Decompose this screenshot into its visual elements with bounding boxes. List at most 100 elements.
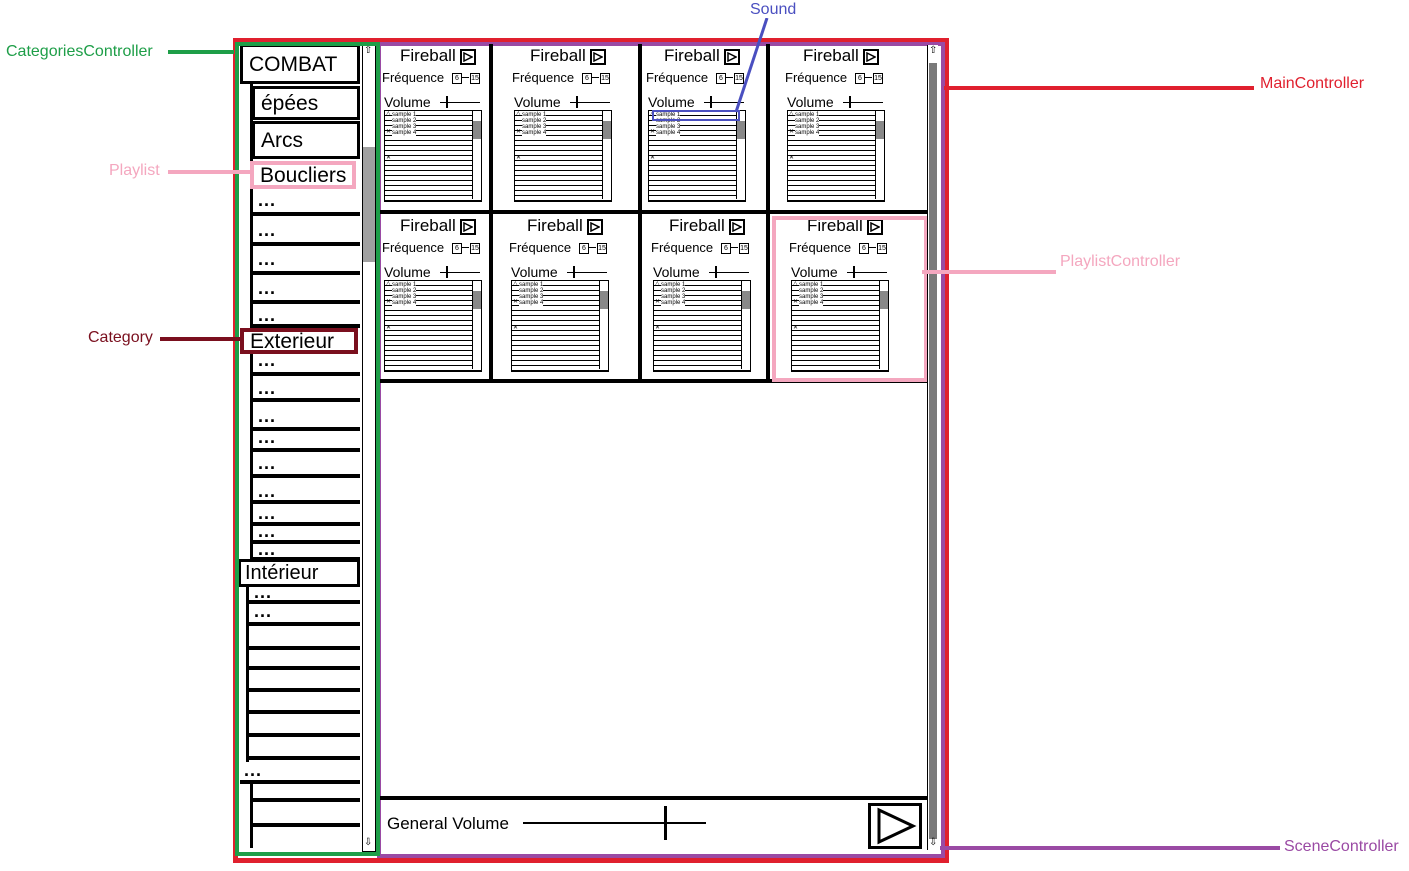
playlist-controller-highlight <box>772 216 928 382</box>
annotation-scene-controller: SceneController <box>1284 838 1399 855</box>
sound-list[interactable]: △ sample 1 sample 2 sample 3 ✕ sample 4 ✕ <box>511 280 609 372</box>
frequence-min-field[interactable]: 6 <box>855 73 865 84</box>
sound-list-scroll-thumb[interactable] <box>600 291 608 309</box>
sound-item[interactable]: sample 4 <box>661 300 686 306</box>
sound-arrow-icon[interactable]: △ <box>516 111 521 117</box>
playlist-play-button[interactable] <box>460 219 476 235</box>
volume-knob[interactable] <box>710 96 712 108</box>
play-icon <box>463 222 473 232</box>
frequence-max-field[interactable]: 15 <box>597 243 607 254</box>
general-volume-slider[interactable] <box>523 822 706 824</box>
playlist-panel: Fireball Fréquence 6 15 Volume △ sample 1 sampl… <box>509 214 609 372</box>
grid-divider <box>489 44 493 382</box>
volume-knob[interactable] <box>849 96 851 108</box>
frequence-max-field[interactable]: 15 <box>873 73 883 84</box>
playlist-play-button[interactable] <box>460 49 476 65</box>
frequence-min-field[interactable]: 6 <box>716 73 726 84</box>
frequence-max-field[interactable]: 15 <box>600 73 610 84</box>
remove-icon[interactable]: ✕ <box>513 325 518 331</box>
remove-icon[interactable]: ✕ <box>650 155 655 161</box>
frequence-min-field[interactable]: 6 <box>452 73 462 84</box>
play-icon <box>463 52 473 62</box>
scroll-down-icon[interactable]: ⇩ <box>929 838 937 848</box>
main-scroll-thumb[interactable] <box>929 63 937 839</box>
frequence-min-field[interactable]: 6 <box>579 243 589 254</box>
sound-remove-icon[interactable]: ✕ <box>789 129 794 135</box>
playlist-play-button[interactable] <box>587 219 603 235</box>
sound-list[interactable]: △ sample 1 sample 2 sample 3 ✕ sample 4 ✕ <box>514 110 612 202</box>
scroll-up-icon[interactable]: ⇧ <box>929 46 937 56</box>
frequence-min-field[interactable]: 6 <box>452 243 462 254</box>
frequence-max-field[interactable]: 15 <box>470 73 480 84</box>
playlist-play-button[interactable] <box>729 219 745 235</box>
sound-list[interactable]: △ sample 1 sample 2 sample 3 ✕ sample 4 ✕ <box>653 280 751 372</box>
sound-remove-icon[interactable]: ✕ <box>386 129 391 135</box>
sound-arrow-icon[interactable]: △ <box>386 111 391 117</box>
annotation-playlist: Playlist <box>109 162 160 179</box>
frequence-max-field[interactable]: 15 <box>470 243 480 254</box>
sound-list-scroll-thumb[interactable] <box>603 121 611 139</box>
sound-arrow-icon[interactable]: △ <box>513 281 518 287</box>
categories-controller-frame <box>235 42 380 856</box>
bottom-bar-divider <box>380 796 927 800</box>
play-icon <box>877 807 917 845</box>
frequence-min-field[interactable]: 6 <box>721 243 731 254</box>
volume-knob[interactable] <box>715 266 717 278</box>
frequence-label: Fréquence <box>646 70 709 85</box>
volume-knob[interactable] <box>446 96 448 108</box>
remove-icon[interactable]: ✕ <box>386 325 391 331</box>
sound-list[interactable]: △ sample 1 sample 2 sample 3 ✕ sample 4 ✕ <box>648 110 746 202</box>
sound-list[interactable]: △ sample 1 sample 2 sample 3 ✕ sample 4 ✕ <box>384 110 482 202</box>
sound-list[interactable]: △ sample 1 sample 2 sample 3 ✕ sample 4 ✕ <box>787 110 885 202</box>
sound-list-scroll-thumb[interactable] <box>473 121 481 139</box>
sound-remove-icon[interactable]: ✕ <box>513 299 518 305</box>
sound-item[interactable]: sample 4 <box>522 130 547 136</box>
sound-remove-icon[interactable]: ✕ <box>650 129 655 135</box>
remove-icon[interactable]: ✕ <box>655 325 660 331</box>
annotation-categories-controller: CategoriesController <box>6 43 153 60</box>
playlist-title: Fireball <box>530 46 586 65</box>
frequence-range-dash <box>731 247 738 248</box>
frequence-label: Fréquence <box>382 70 445 85</box>
play-icon <box>590 222 600 232</box>
playlist-panel: Fireball Fréquence 6 15 Volume △ sample 1 sampl… <box>512 44 612 202</box>
remove-icon[interactable]: ✕ <box>789 155 794 161</box>
sound-list-scroll-thumb[interactable] <box>473 291 481 309</box>
sound-arrow-icon[interactable]: △ <box>789 111 794 117</box>
annotation-line <box>940 846 1280 850</box>
frequence-label: Fréquence <box>785 70 848 85</box>
remove-icon[interactable]: ✕ <box>386 155 391 161</box>
volume-knob[interactable] <box>573 266 575 278</box>
frequence-label: Fréquence <box>512 70 575 85</box>
general-volume-knob[interactable] <box>664 806 667 840</box>
playlist-title: Fireball <box>669 216 725 235</box>
sound-arrow-icon[interactable]: △ <box>655 281 660 287</box>
frequence-max-field[interactable]: 15 <box>739 243 749 254</box>
sound-item[interactable]: sample 4 <box>656 130 681 136</box>
playlist-play-button[interactable] <box>863 49 879 65</box>
playlist-play-button[interactable] <box>590 49 606 65</box>
sound-item[interactable]: sample 4 <box>519 300 544 306</box>
sound-list[interactable]: △ sample 1 sample 2 sample 3 ✕ sample 4 ✕ <box>384 280 482 372</box>
annotation-sound: Sound <box>750 1 797 18</box>
sound-remove-icon[interactable]: ✕ <box>516 129 521 135</box>
playlist-panel: Fireball Fréquence 6 15 Volume △ sample 1 sampl… <box>785 44 885 202</box>
sound-list-scroll-thumb[interactable] <box>742 291 750 309</box>
sound-arrow-icon[interactable]: △ <box>386 281 391 287</box>
annotation-line <box>168 170 252 174</box>
frequence-min-field[interactable]: 6 <box>582 73 592 84</box>
sound-remove-icon[interactable]: ✕ <box>386 299 391 305</box>
sound-item[interactable]: sample 4 <box>392 300 417 306</box>
sound-list-scroll-thumb[interactable] <box>876 121 884 139</box>
volume-knob[interactable] <box>576 96 578 108</box>
play-all-button[interactable] <box>868 803 922 849</box>
sound-item[interactable]: sample 4 <box>392 130 417 136</box>
sound-highlight <box>652 110 740 121</box>
remove-icon[interactable]: ✕ <box>516 155 521 161</box>
playlist-title: Fireball <box>664 46 720 65</box>
sound-remove-icon[interactable]: ✕ <box>655 299 660 305</box>
sound-list-scroll-thumb[interactable] <box>737 121 745 139</box>
sound-item[interactable]: sample 4 <box>795 130 820 136</box>
volume-knob[interactable] <box>446 266 448 278</box>
annotation-line <box>944 86 1254 90</box>
